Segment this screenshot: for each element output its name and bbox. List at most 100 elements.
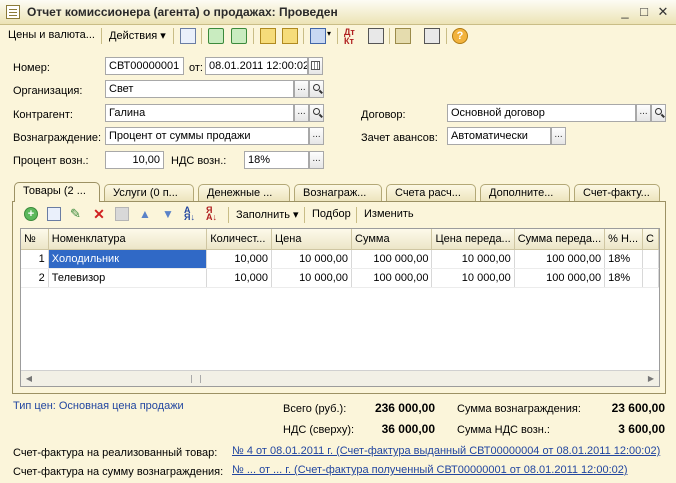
contract-label: Договор: <box>361 109 406 121</box>
column-header[interactable]: № <box>21 229 49 250</box>
fill-menu[interactable]: Заполнить ▾ <box>236 208 299 221</box>
advance-select-button[interactable]: ... <box>551 127 566 145</box>
vat-rate-select-button[interactable]: ... <box>309 151 324 169</box>
move-up-icon[interactable]: ▲ <box>138 207 152 221</box>
column-header[interactable]: Цена переда... <box>431 229 515 250</box>
tab-accounts[interactable]: Счета расч... <box>386 184 476 202</box>
go-to-icon[interactable] <box>310 28 326 44</box>
column-header[interactable]: Цена <box>271 229 352 250</box>
actions-menu[interactable]: Действия ▾ <box>109 29 166 42</box>
price-type-link[interactable]: Тип цен: Основная цена продажи <box>13 400 184 412</box>
reward-label: Вознаграждение: <box>13 132 102 144</box>
reward-select-button[interactable]: ... <box>309 127 324 145</box>
tab-reward[interactable]: Вознаграж... <box>294 184 382 202</box>
invoice-reward-link[interactable]: № ... от ... г. (Счет-фактура полученный… <box>232 464 628 476</box>
end-edit-icon[interactable] <box>115 207 129 221</box>
contractor-select-button[interactable]: ... <box>294 104 309 122</box>
advance-field[interactable]: Автоматически <box>447 127 551 145</box>
org-label: Организация: <box>13 85 83 97</box>
item-name-cell[interactable]: Телевизор <box>48 268 208 288</box>
org-open-button[interactable] <box>309 80 324 98</box>
add-copy-icon[interactable] <box>231 28 247 44</box>
quantity-cell[interactable]: 10,000 <box>206 268 273 288</box>
vat-rate-cell[interactable]: 18% <box>604 249 644 269</box>
post-document-icon[interactable] <box>180 28 196 44</box>
move-down-icon[interactable]: ▼ <box>161 207 175 221</box>
document-icon <box>6 5 20 19</box>
add-row-icon[interactable]: + <box>24 207 38 221</box>
tab-services[interactable]: Услуги (0 п... <box>104 184 194 202</box>
edit-row-icon[interactable]: ✎ <box>70 207 84 221</box>
tab-goods[interactable]: Товары (2 ... <box>14 182 100 202</box>
org-select-button[interactable]: ... <box>294 80 309 98</box>
column-header[interactable]: Номенклатура <box>48 229 208 250</box>
close-button[interactable]: ✕ <box>655 4 671 20</box>
report-icon[interactable] <box>368 28 384 44</box>
scroll-right-icon[interactable]: ▶ <box>643 371 659 387</box>
post-and-close-icon[interactable] <box>282 28 298 44</box>
chevron-down-icon[interactable]: ▾ <box>327 29 331 38</box>
help-icon[interactable]: ? <box>452 28 468 44</box>
table-row[interactable]: 2 Телевизор 10,000 10 000,00 100 000,00 … <box>21 268 659 288</box>
org-field[interactable]: Свет <box>105 80 294 98</box>
horizontal-scrollbar[interactable]: ◀ ▶ <box>21 370 659 386</box>
scroll-thumb[interactable] <box>191 375 201 383</box>
change-button[interactable]: Изменить <box>364 208 414 220</box>
calendar-button[interactable] <box>308 57 323 75</box>
reward-sum-label: Сумма вознаграждения: <box>457 403 581 415</box>
table-row[interactable]: 1 Холодильник 10,000 10 000,00 100 000,0… <box>21 249 659 269</box>
sum-cell[interactable]: 100 000,00 <box>351 249 433 269</box>
debit-credit-icon[interactable]: Дт Кт <box>344 28 360 46</box>
sort-asc-icon[interactable]: A Я↓ <box>184 206 198 222</box>
column-header[interactable]: Количест... <box>206 229 273 250</box>
delete-row-icon[interactable]: ✕ <box>92 207 106 221</box>
invoice-goods-link[interactable]: № 4 от 08.01.2011 г. (Счет-фактура выдан… <box>232 445 660 457</box>
transfer-sum-cell[interactable]: 100 000,00 <box>514 249 606 269</box>
scroll-left-icon[interactable]: ◀ <box>21 371 37 387</box>
toolbar-divider <box>173 28 174 44</box>
date-label: от: <box>189 62 203 74</box>
column-header[interactable]: Сумма переда... <box>514 229 606 250</box>
contractor-open-button[interactable] <box>309 104 324 122</box>
copy-row-icon[interactable] <box>47 207 61 221</box>
column-header[interactable]: Сумма <box>351 229 433 250</box>
contract-open-button[interactable] <box>651 104 666 122</box>
toolbar-divider <box>337 28 338 44</box>
extra-cell[interactable] <box>642 268 659 288</box>
save-icon[interactable] <box>260 28 276 44</box>
tab-money[interactable]: Денежные ... <box>198 184 290 202</box>
price-cell[interactable]: 10 000,00 <box>271 249 352 269</box>
maximize-button[interactable]: □ <box>636 4 652 20</box>
prices-currency-menu[interactable]: Цены и валюта... <box>8 29 95 41</box>
price-cell[interactable]: 10 000,00 <box>271 268 352 288</box>
vat-total-value: 36 000,00 <box>381 422 435 436</box>
date-field[interactable]: 08.01.2011 12:00:02 <box>205 57 308 75</box>
tab-additional[interactable]: Дополните... <box>480 184 570 202</box>
contract-select-button[interactable]: ... <box>636 104 651 122</box>
percent-field[interactable]: 10,00 <box>105 151 164 169</box>
sort-desc-icon[interactable]: Я A↓ <box>206 206 220 222</box>
transfer-price-cell[interactable]: 10 000,00 <box>431 268 515 288</box>
refresh-icon[interactable] <box>208 28 224 44</box>
structure-icon[interactable] <box>395 28 411 44</box>
quantity-cell[interactable]: 10,000 <box>206 249 273 269</box>
transfer-price-cell[interactable]: 10 000,00 <box>431 249 515 269</box>
list-view-icon[interactable] <box>424 28 440 44</box>
minimize-button[interactable]: _ <box>617 4 633 20</box>
extra-cell[interactable] <box>642 249 659 269</box>
vat-total-label: НДС (сверху): <box>283 424 355 436</box>
vat-rate-cell[interactable]: 18% <box>604 268 644 288</box>
number-label: Номер: <box>13 62 50 74</box>
select-button[interactable]: Подбор <box>312 208 351 220</box>
column-header[interactable]: С <box>642 229 659 250</box>
number-field[interactable]: СВТ00000001 <box>105 57 184 75</box>
reward-field[interactable]: Процент от суммы продажи <box>105 127 309 145</box>
tab-invoice[interactable]: Счет-факту... <box>574 184 660 202</box>
sum-cell[interactable]: 100 000,00 <box>351 268 433 288</box>
column-header[interactable]: % Н... <box>604 229 644 250</box>
vat-rate-field[interactable]: 18% <box>244 151 309 169</box>
contractor-field[interactable]: Галина <box>105 104 294 122</box>
transfer-sum-cell[interactable]: 100 000,00 <box>514 268 606 288</box>
item-name-cell[interactable]: Холодильник <box>48 249 208 269</box>
contract-field[interactable]: Основной договор <box>447 104 636 122</box>
